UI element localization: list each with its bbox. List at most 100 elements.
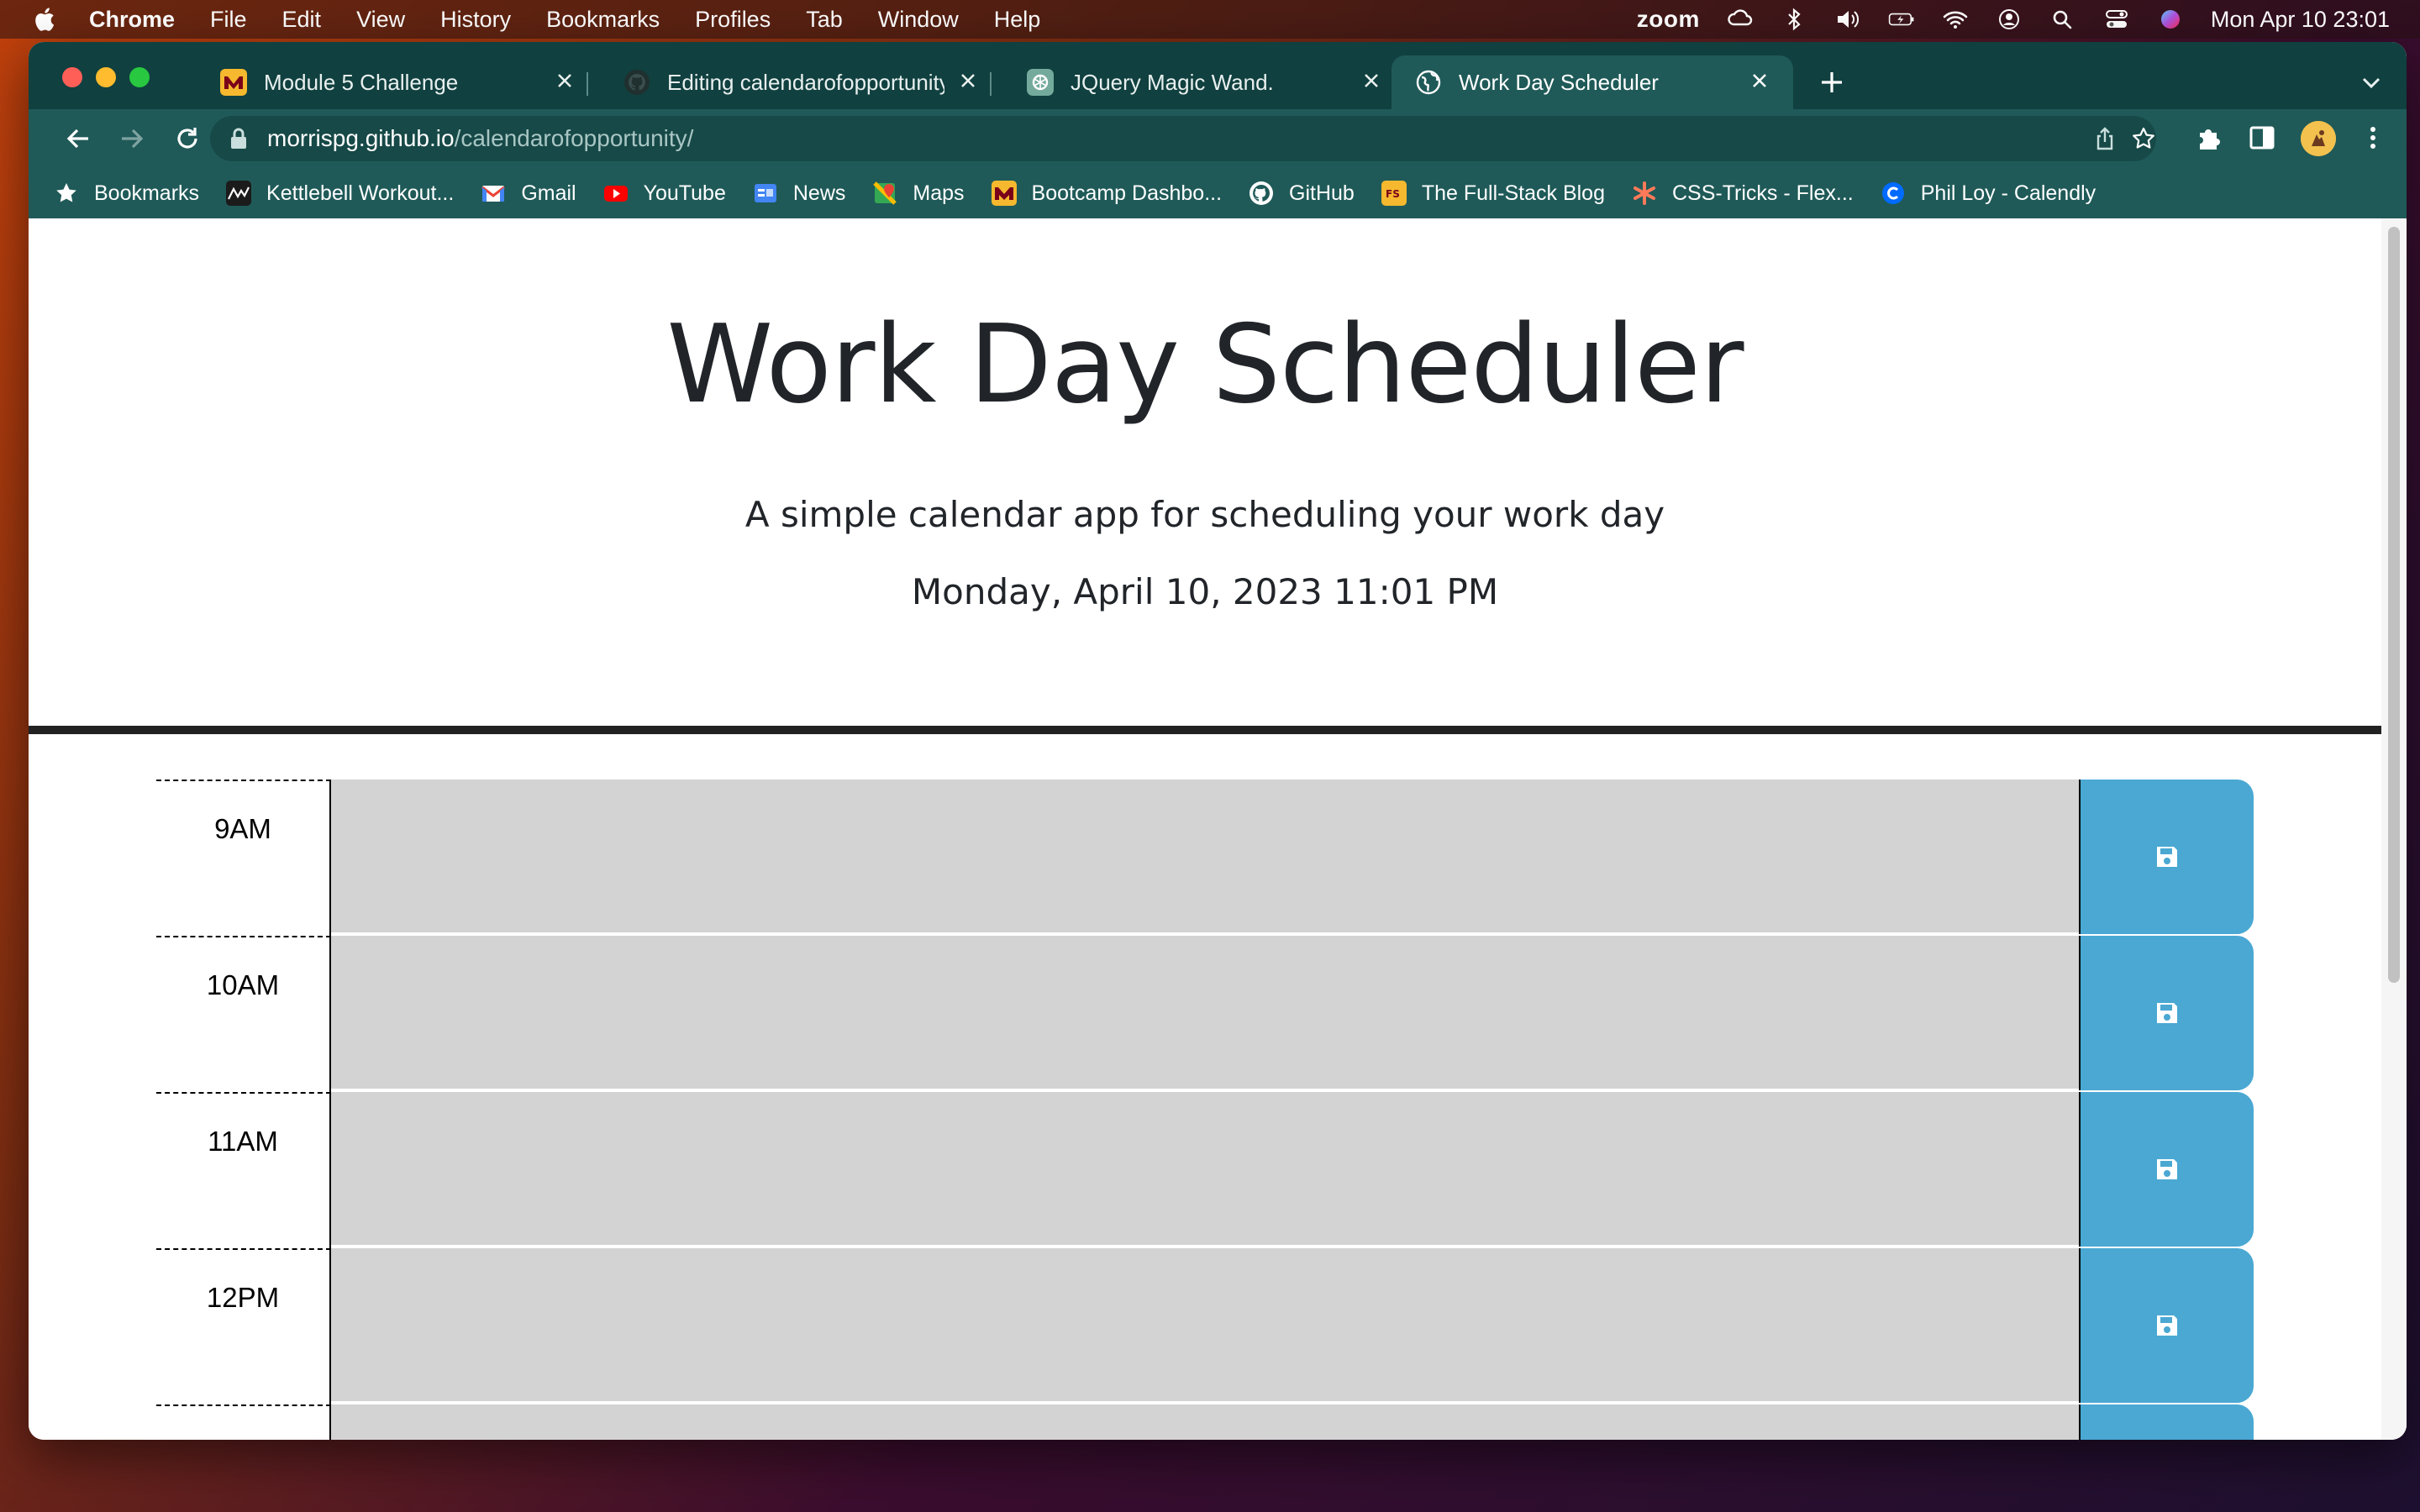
bookmark-github[interactable]: GitHub xyxy=(1249,181,1355,206)
bookmark-label: CSS-Tricks - Flex... xyxy=(1671,181,1854,205)
menu-help[interactable]: Help xyxy=(994,7,1041,33)
bookmark-label: Bookmarks xyxy=(94,181,200,205)
tab-editing-github[interactable]: Editing calendarofopportunity/R xyxy=(600,55,1002,109)
time-block-row: 10AM xyxy=(156,936,2257,1092)
back-arrow-icon[interactable] xyxy=(62,123,94,155)
chevron-down-icon[interactable] xyxy=(2360,72,2383,92)
bookmark-label: Bootcamp Dashbo... xyxy=(1031,181,1223,205)
new-tab-plus-icon[interactable] xyxy=(1817,67,1847,97)
close-icon[interactable] xyxy=(551,67,578,94)
bookmark-youtube[interactable]: YouTube xyxy=(603,181,726,206)
menu-app-name[interactable]: Chrome xyxy=(89,7,175,33)
bookmark-calendly[interactable]: Phil Loy - Calendly xyxy=(1881,181,2096,206)
page-scrollbar[interactable] xyxy=(2381,218,2407,1440)
kettlebell-icon xyxy=(226,181,252,206)
save-floppy-icon xyxy=(2157,1159,2177,1179)
bookmark-gmail[interactable]: Gmail xyxy=(481,181,576,206)
tab-title: Editing calendarofopportunity/R xyxy=(667,69,944,95)
kebab-menu-icon[interactable] xyxy=(2358,123,2388,153)
reload-icon[interactable] xyxy=(171,123,203,155)
event-description-input[interactable] xyxy=(331,1092,2079,1247)
lock-icon[interactable] xyxy=(229,127,249,150)
zoom-status-item[interactable]: zoom xyxy=(1637,6,1700,33)
menu-edit[interactable]: Edit xyxy=(282,7,322,33)
calendly-icon xyxy=(1881,182,1904,204)
bookmark-bootcamp[interactable]: Bootcamp Dashbo... xyxy=(991,181,1223,206)
close-window-button[interactable] xyxy=(62,67,82,87)
menu-tab[interactable]: Tab xyxy=(806,7,843,33)
csstricks-icon xyxy=(1633,181,1655,205)
menu-profiles[interactable]: Profiles xyxy=(695,7,771,33)
save-button[interactable] xyxy=(2079,936,2254,1090)
hour-label: 12PM xyxy=(156,1248,331,1404)
bluetooth-icon[interactable] xyxy=(1781,8,1807,31)
side-panel-icon[interactable] xyxy=(2247,123,2277,153)
scrollbar-thumb[interactable] xyxy=(2388,227,2400,983)
tab-work-day-scheduler[interactable]: Work Day Scheduler xyxy=(1392,55,1793,109)
close-icon[interactable] xyxy=(1358,67,1385,94)
hour-label: 10AM xyxy=(156,936,331,1092)
bookmark-maps[interactable]: Maps xyxy=(872,181,965,206)
battery-icon[interactable] xyxy=(1888,8,1915,31)
bookmark-label: Maps xyxy=(913,181,965,205)
fullstack-icon: FS xyxy=(1381,181,1407,206)
siri-icon[interactable] xyxy=(2157,8,2184,31)
url-path: /calendarofopportunity/ xyxy=(454,125,694,151)
menu-clock[interactable]: Mon Apr 10 23:01 xyxy=(2211,7,2390,33)
event-description-input[interactable] xyxy=(331,1248,2079,1403)
fullscreen-window-button[interactable] xyxy=(129,67,150,87)
menu-file[interactable]: File xyxy=(210,7,247,33)
minimize-window-button[interactable] xyxy=(96,67,116,87)
volume-icon[interactable] xyxy=(1834,8,1861,31)
user-icon[interactable] xyxy=(1996,8,2023,31)
close-icon[interactable] xyxy=(955,67,981,94)
menu-view[interactable]: View xyxy=(356,7,405,33)
profile-avatar[interactable] xyxy=(2301,121,2336,156)
save-button[interactable] xyxy=(2079,1404,2254,1440)
share-icon[interactable] xyxy=(2092,126,2118,151)
macos-menu-bar: Chrome File Edit View History Bookmarks … xyxy=(0,0,2420,39)
tab-jquery-magic-wand[interactable]: JQuery Magic Wand. xyxy=(1003,55,1405,109)
bookmark-kettlebell[interactable]: Kettlebell Workout... xyxy=(226,181,454,206)
time-block-row: 9AM xyxy=(156,780,2257,936)
browser-toolbar: morrispg.github.io/calendarofopportunity… xyxy=(29,109,2407,168)
hour-label: 11AM xyxy=(156,1092,331,1248)
extensions-puzzle-icon[interactable] xyxy=(2193,123,2223,153)
news-icon xyxy=(754,184,776,202)
bookmarks-bar: Bookmarks Kettlebell Workout... Gmail Yo… xyxy=(29,168,2407,218)
header-divider xyxy=(29,726,2381,734)
menu-window[interactable]: Window xyxy=(878,7,959,33)
time-block-list: 9AM 10AM 11AM 12PM xyxy=(156,780,2257,1440)
bookmark-bookmarks[interactable]: Bookmarks xyxy=(54,181,199,206)
url-text[interactable]: morrispg.github.io/calendarofopportunity… xyxy=(267,125,693,152)
save-button[interactable] xyxy=(2079,1248,2254,1403)
tab-module-5-challenge[interactable]: Module 5 Challenge xyxy=(197,55,598,109)
event-description-input[interactable] xyxy=(331,936,2079,1090)
spotlight-search-icon[interactable] xyxy=(2049,8,2076,31)
creative-cloud-icon[interactable] xyxy=(1727,8,1754,31)
control-center-icon[interactable] xyxy=(2103,8,2130,31)
save-button[interactable] xyxy=(2079,1092,2254,1247)
wifi-icon[interactable] xyxy=(1942,8,1969,31)
hour-label: 9AM xyxy=(156,780,331,936)
svg-text:FS: FS xyxy=(1386,188,1400,200)
menu-bookmarks[interactable]: Bookmarks xyxy=(546,7,660,33)
save-floppy-icon xyxy=(2157,1003,2177,1023)
star-bookmark-icon[interactable] xyxy=(2131,126,2156,151)
current-date: Monday, April 10, 2023 11:01 PM xyxy=(911,571,1499,612)
bookmark-fullstack-blog[interactable]: FS The Full-Stack Blog xyxy=(1381,181,1605,206)
event-description-input[interactable] xyxy=(331,780,2079,934)
apple-icon[interactable] xyxy=(32,6,55,33)
save-button[interactable] xyxy=(2079,780,2254,934)
event-description-input[interactable] xyxy=(331,1404,2079,1440)
bookmark-label: GitHub xyxy=(1289,181,1355,205)
forward-arrow-icon[interactable] xyxy=(116,123,148,155)
tab-separator xyxy=(587,72,588,96)
bookmark-css-tricks[interactable]: CSS-Tricks - Flex... xyxy=(1632,181,1854,206)
close-icon[interactable] xyxy=(1746,67,1773,94)
address-bar[interactable]: morrispg.github.io/calendarofopportunity… xyxy=(210,116,2156,161)
maps-icon xyxy=(873,181,897,205)
menu-history[interactable]: History xyxy=(440,7,511,33)
bookmark-news[interactable]: News xyxy=(753,181,845,206)
hour-label: 1PM xyxy=(156,1404,331,1440)
